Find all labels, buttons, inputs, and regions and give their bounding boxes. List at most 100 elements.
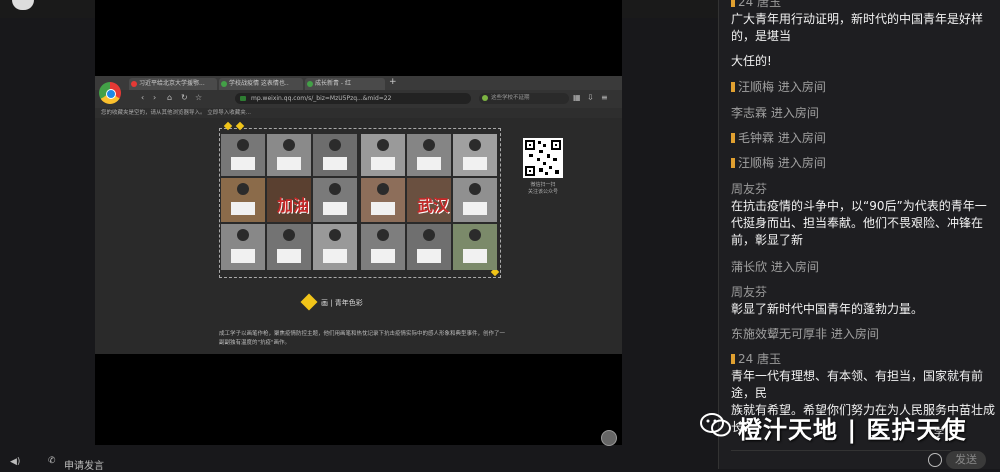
- chat-input[interactable]: [731, 450, 951, 469]
- phone-icon[interactable]: ✆: [48, 456, 56, 466]
- sender-label: 周友芬: [731, 285, 768, 299]
- chat-sender-name: 周友芬: [731, 181, 995, 198]
- badge-icon: [731, 133, 735, 143]
- photo-cell: [453, 224, 497, 270]
- url-text: mp.weixin.qq.com/s/_biz=MzU5Pzq...&mid=2…: [251, 95, 392, 102]
- extensions-icon[interactable]: ▦: [573, 93, 581, 102]
- chat-sender-name: 24 唐玉: [731, 0, 995, 11]
- join-action: 进入房间: [777, 156, 826, 170]
- calligraphy-right: 武汉: [417, 196, 450, 215]
- chat-sender-name: 周友芬: [731, 284, 995, 301]
- chat-join-notice: 毛钟霖 进入房间: [731, 130, 995, 147]
- browser-tabbar: 习近平给北京大学援鄂... 学校战疫情 这表情也.. 成长新青 - 红 +: [95, 76, 622, 90]
- tab-label: 习近平给北京大学援鄂...: [139, 80, 205, 87]
- bookmarks-bar: 您的收藏夹是空的，请从其他浏览器导入。 立即导入收藏夹...: [95, 108, 622, 118]
- message-body: 广大青年用行动证明，新时代的中国青年是好样的，是堪当: [731, 12, 984, 43]
- section-title: 画 | 青年色彩: [321, 299, 363, 307]
- chat-join-notice: 蒲长欣 进入房间: [731, 259, 995, 276]
- bottom-bar: [0, 453, 718, 469]
- chat-join-notice: 东施效颦无可厚非 进入房间: [731, 326, 995, 343]
- send-button[interactable]: 发送: [946, 451, 986, 469]
- menu-icon[interactable]: ≡: [601, 93, 608, 102]
- qr-code-icon: [523, 138, 563, 178]
- calligraphy-left: 加油: [277, 196, 310, 215]
- browser-window: 习近平给北京大学援鄂... 学校战疫情 这表情也.. 成长新青 - 红 + ‹ …: [95, 76, 622, 354]
- photo-cell: [313, 134, 357, 176]
- chat-join-notice: 汪顺梅 进入房间: [731, 79, 995, 96]
- download-icon[interactable]: ⇩: [587, 93, 594, 102]
- tab-label: 成长新青 - 红: [315, 80, 351, 87]
- section-diamond-icon: [300, 293, 318, 311]
- photo-cell: [453, 134, 497, 176]
- join-user-name: 汪顺梅: [738, 156, 775, 170]
- badge-icon: [731, 354, 735, 364]
- photo-cell: [361, 224, 405, 270]
- reload-icon[interactable]: ↻: [181, 93, 188, 102]
- join-action: 进入房间: [777, 131, 826, 145]
- photo-cell: [267, 224, 311, 270]
- photo-cell: [453, 178, 497, 222]
- emoji-icon[interactable]: [928, 453, 942, 467]
- photo-cell: [361, 134, 405, 176]
- browser-search-box[interactable]: 这些学校不延期: [479, 93, 569, 104]
- apply-speak-button[interactable]: 申请发言: [64, 457, 104, 472]
- join-user-name: 李志霖: [731, 106, 768, 120]
- chat-message-text: 大任的!: [731, 53, 995, 70]
- message-body: 大任的!: [731, 54, 772, 68]
- url-bar[interactable]: mp.weixin.qq.com/s/_biz=MzU5Pzq...&mid=2…: [235, 93, 471, 104]
- home-icon[interactable]: ⌂: [167, 93, 172, 102]
- article-paragraph: 成工学子以画笔作枪，聚焦疫情防控主题，他们用画笔和热忱记录下抗击疫情实际中的感人…: [219, 331, 506, 346]
- chat-message-text: 广大青年用行动证明，新时代的中国青年是好样的，是堪当: [731, 11, 995, 45]
- qr-caption-line: 关注该公众号: [527, 189, 558, 195]
- wechat-logo-icon: [700, 412, 732, 438]
- sender-label: 24 唐玉: [738, 352, 782, 366]
- tab-favicon-icon: [131, 81, 137, 87]
- message-body: 青年一代有理想、有本领、有担当，国家就有前途，民: [731, 369, 984, 400]
- star-icon[interactable]: ☆: [195, 93, 202, 102]
- browser-tab[interactable]: 成长新青 - 红: [305, 78, 385, 90]
- tab-label: 学校战疫情 这表情也..: [229, 80, 289, 87]
- chat-panel: 24 唐玉 广大青年用行动证明，新时代的中国青年是好样的，是堪当 大任的! 汪顺梅 进…: [718, 0, 1000, 469]
- badge-icon: [731, 82, 735, 92]
- chat-sender-name: 24 唐玉: [731, 351, 995, 368]
- join-action: 进入房间: [770, 106, 819, 120]
- qr-caption: 微信扫一扫 关注该公众号: [511, 182, 575, 196]
- qr-caption-line: 微信扫一扫: [530, 182, 556, 188]
- search-placeholder: 这些学校不延期: [491, 95, 530, 101]
- lock-icon: [240, 96, 246, 101]
- join-user-name: 汪顺梅: [738, 80, 775, 94]
- new-tab-button[interactable]: +: [389, 77, 397, 87]
- article-page: 加油 武汉 微信扫一扫 关注该公众号 画 | 青年色彩 成工学子以画笔作枪，聚焦…: [95, 118, 622, 354]
- message-body: 在抗击疫情的斗争中，以“90后”为代表的青年一代挺身而出、担当奉献。他们不畏艰险…: [731, 199, 987, 247]
- photo-cell: [313, 178, 357, 222]
- photo-cell: [313, 224, 357, 270]
- photo-grid: 加油 武汉: [221, 134, 499, 272]
- join-action: 进入房间: [830, 327, 879, 341]
- browser-tab[interactable]: 学校战疫情 这表情也..: [219, 78, 303, 90]
- sender-label: 周友芬: [731, 182, 768, 196]
- shared-screen: 习近平给北京大学援鄂... 学校战疫情 这表情也.. 成长新青 - 红 + ‹ …: [95, 0, 622, 446]
- photo-cell: [361, 178, 405, 222]
- search-engine-icon: [482, 95, 488, 101]
- chat-message-text: 在抗击疫情的斗争中，以“90后”为代表的青年一代挺身而出、担当奉献。他们不畏艰险…: [731, 198, 995, 249]
- presenter-avatar[interactable]: [601, 430, 617, 446]
- back-icon[interactable]: ‹: [141, 93, 144, 102]
- watermark-fragment: 学: [934, 428, 944, 439]
- photo-cell: [267, 134, 311, 176]
- join-user-name: 蒲长欣: [731, 260, 768, 274]
- tab-favicon-icon: [221, 81, 227, 87]
- photo-cell: [221, 224, 265, 270]
- forward-icon[interactable]: ›: [153, 93, 156, 102]
- browser-logo-icon[interactable]: [99, 82, 121, 104]
- photo-cell: [407, 224, 451, 270]
- join-user-name: 毛钟霖: [738, 131, 775, 145]
- badge-icon: [731, 0, 735, 7]
- join-user-name: 东施效颦无可厚非: [731, 327, 828, 341]
- browser-tab[interactable]: 习近平给北京大学援鄂...: [129, 78, 217, 90]
- speaker-icon[interactable]: ◀): [10, 457, 20, 467]
- photo-cell: [407, 134, 451, 176]
- watermark-text: 橙汁天地 | 医护天使: [738, 416, 967, 444]
- join-action: 进入房间: [777, 80, 826, 94]
- message-body: 彰显了新时代中国青年的蓬勃力量。: [731, 302, 924, 316]
- badge-icon: [731, 158, 735, 168]
